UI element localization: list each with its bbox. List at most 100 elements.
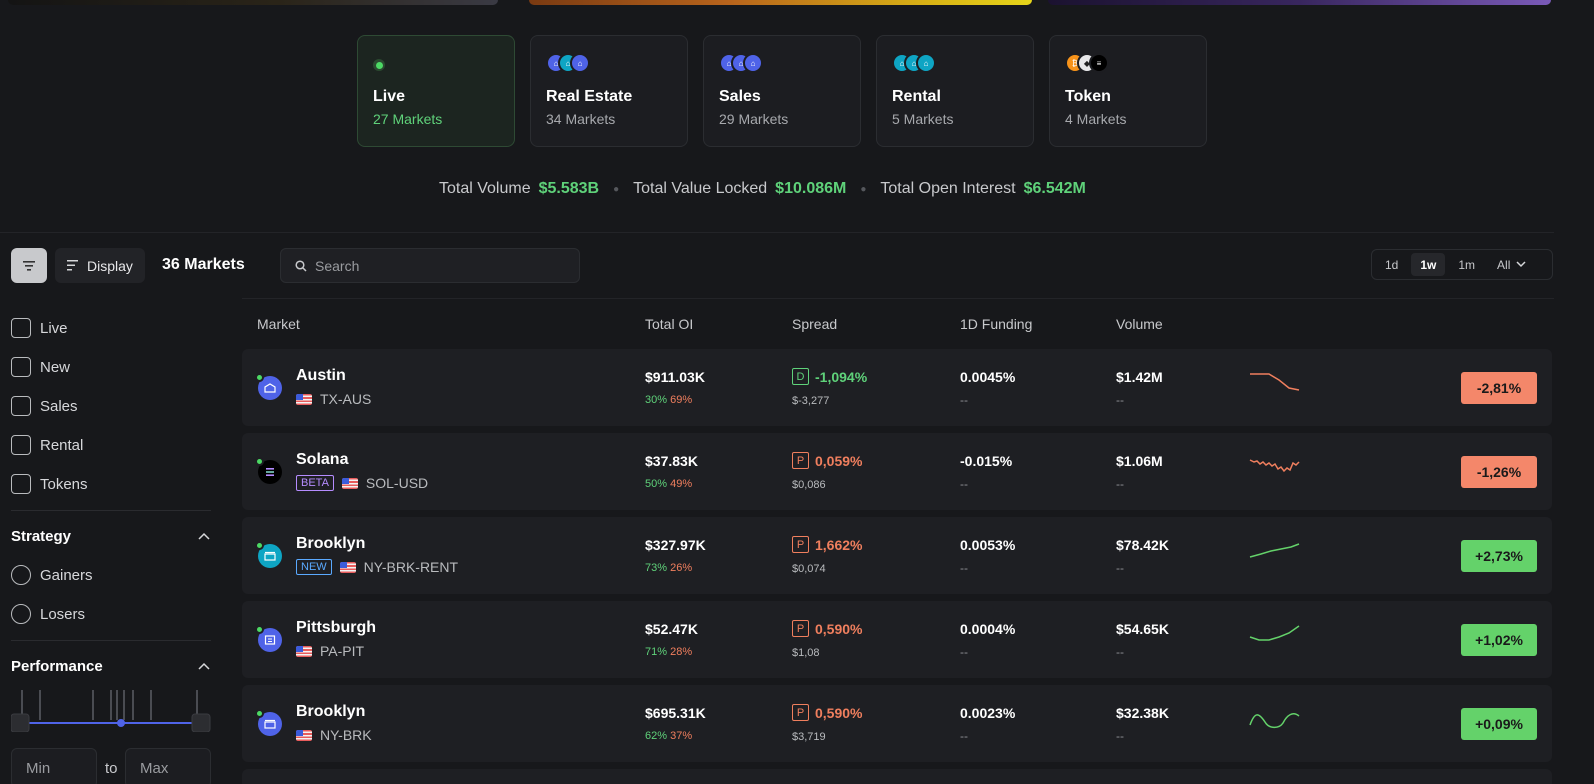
category-card-live[interactable]: Live 27 Markets bbox=[357, 35, 515, 147]
spread-value: 0,059% bbox=[815, 452, 863, 469]
us-flag-icon bbox=[296, 393, 312, 405]
time-range-selector: 1d 1w 1m All bbox=[1371, 249, 1553, 280]
checkbox-box[interactable] bbox=[11, 474, 31, 494]
range-option-1m[interactable]: 1m bbox=[1449, 253, 1484, 276]
price-change-badge[interactable]: -1,26% bbox=[1461, 456, 1537, 488]
market-symbol-line: PA-PIT bbox=[296, 643, 364, 659]
strategy-losers-radio[interactable]: Losers bbox=[11, 604, 85, 624]
banner-strip[interactable] bbox=[8, 0, 498, 5]
max-input[interactable]: Max bbox=[125, 748, 211, 784]
filter-rental-checkbox[interactable]: Rental bbox=[11, 435, 83, 455]
column-header-spread[interactable]: Spread bbox=[792, 316, 837, 332]
table-row[interactable]: Austin TX-AUS $911.03K 30% 69% D -1,094% … bbox=[242, 349, 1552, 426]
performance-slider[interactable] bbox=[11, 690, 211, 732]
filter-tokens-checkbox[interactable]: Tokens bbox=[11, 474, 88, 494]
live-indicator bbox=[255, 709, 264, 718]
market-symbol: NY-BRK-RENT bbox=[363, 559, 459, 575]
checkbox-box[interactable] bbox=[11, 318, 31, 338]
radio-circle[interactable] bbox=[11, 565, 31, 585]
display-button[interactable]: Display bbox=[55, 248, 145, 283]
market-count: 36 Markets bbox=[162, 256, 245, 273]
radio-label: Losers bbox=[40, 605, 86, 623]
spread: P 0,590% bbox=[792, 704, 862, 721]
checkbox-box[interactable] bbox=[11, 357, 31, 377]
chevron-up-icon[interactable] bbox=[198, 661, 210, 673]
stat-separator: ● bbox=[613, 183, 620, 195]
live-indicator bbox=[255, 373, 264, 382]
filter-live-checkbox[interactable]: Live bbox=[11, 318, 68, 338]
price-change-badge[interactable]: +0,09% bbox=[1461, 708, 1537, 740]
card-title: Live bbox=[373, 88, 406, 105]
table-row[interactable]: Solana BETA SOL-USD $37.83K 50% 49% P 0,0… bbox=[242, 433, 1552, 510]
checkbox-box[interactable] bbox=[11, 396, 31, 416]
us-flag-icon bbox=[296, 645, 312, 657]
market-avatar-icon: ⌂ bbox=[916, 53, 936, 73]
category-card-sales[interactable]: ⌂ ⌂ ⌂ Sales 29 Markets bbox=[703, 35, 861, 147]
range-option-1d[interactable]: 1d bbox=[1376, 253, 1407, 276]
funding-sub: -- bbox=[960, 477, 968, 491]
us-flag-icon bbox=[296, 729, 312, 741]
radio-circle[interactable] bbox=[11, 604, 31, 624]
market-name: Austin bbox=[296, 367, 346, 384]
funding-rate: -0.015% bbox=[960, 453, 1013, 469]
table-row[interactable]: Brooklyn NY-BRK $695.31K 62% 37% P 0,590%… bbox=[242, 685, 1552, 762]
spread-type-badge: D bbox=[792, 368, 809, 385]
live-indicator bbox=[255, 541, 264, 550]
table-row[interactable] bbox=[242, 769, 1552, 784]
search-box[interactable] bbox=[280, 248, 580, 283]
table-row[interactable]: Brooklyn NEW NY-BRK-RENT $327.97K 73% 26… bbox=[242, 517, 1552, 594]
range-option-all[interactable]: All bbox=[1488, 253, 1535, 276]
column-header-funding[interactable]: 1D Funding bbox=[960, 316, 1032, 332]
spread-type-badge: P bbox=[792, 536, 809, 553]
filter-new-checkbox[interactable]: New bbox=[11, 357, 70, 377]
filter-sales-checkbox[interactable]: Sales bbox=[11, 396, 78, 416]
card-count: 29 Markets bbox=[719, 111, 789, 127]
min-input[interactable]: Min bbox=[11, 748, 97, 784]
total-oi: $52.47K bbox=[645, 621, 698, 637]
total-oi: $695.31K bbox=[645, 705, 706, 721]
display-label: Display bbox=[87, 257, 133, 274]
column-header-market[interactable]: Market bbox=[257, 316, 300, 332]
column-header-total-oi[interactable]: Total OI bbox=[645, 316, 693, 332]
price-change-badge[interactable]: +1,02% bbox=[1461, 624, 1537, 656]
spread-type-badge: P bbox=[792, 452, 809, 469]
spread-value: -1,094% bbox=[815, 368, 868, 385]
price-change-badge[interactable]: +2,73% bbox=[1461, 540, 1537, 572]
category-card-real-estate[interactable]: ⌂ ⌂ ⌂ Real Estate 34 Markets bbox=[530, 35, 688, 147]
divider bbox=[0, 232, 1554, 233]
banner-strip[interactable] bbox=[1048, 0, 1551, 5]
range-option-1w[interactable]: 1w bbox=[1411, 253, 1446, 276]
filter-toggle-button[interactable] bbox=[11, 248, 47, 283]
table-row[interactable]: Pittsburgh PA-PIT $52.47K 71% 28% P 0,590… bbox=[242, 601, 1552, 678]
market-symbol-line: BETA SOL-USD bbox=[296, 475, 428, 491]
market-symbol-line: NEW NY-BRK-RENT bbox=[296, 559, 458, 575]
funding-rate: 0.0004% bbox=[960, 621, 1016, 637]
card-icons: ⌂ ⌂ ⌂ bbox=[546, 52, 672, 74]
oi-long: 73% bbox=[645, 562, 668, 574]
stat-label: Total Open Interest bbox=[880, 180, 1016, 197]
radio-label: Gainers bbox=[40, 566, 93, 584]
total-oi: $911.03K bbox=[645, 369, 705, 385]
card-title: Rental bbox=[892, 88, 941, 105]
price-change-badge[interactable]: -2,81% bbox=[1461, 372, 1537, 404]
column-header-volume[interactable]: Volume bbox=[1116, 316, 1163, 332]
live-dot-icon bbox=[373, 59, 385, 71]
search-input[interactable] bbox=[315, 257, 565, 274]
stat-separator: ● bbox=[860, 183, 867, 195]
oi-split: 50% 49% bbox=[645, 478, 692, 490]
category-card-rental[interactable]: ⌂ ⌂ ⌂ Rental 5 Markets bbox=[876, 35, 1034, 147]
chevron-up-icon[interactable] bbox=[198, 531, 210, 543]
slider-min-handle[interactable] bbox=[11, 713, 30, 732]
strategy-gainers-radio[interactable]: Gainers bbox=[11, 565, 93, 585]
spread-amount: $0,074 bbox=[792, 563, 826, 575]
banner-strip[interactable] bbox=[529, 0, 1032, 5]
category-card-token[interactable]: ₿ ◆ ≡ Token 4 Markets bbox=[1049, 35, 1207, 147]
spread-value: 0,590% bbox=[815, 620, 863, 637]
oi-short: 49% bbox=[670, 478, 693, 490]
spread: P 1,662% bbox=[792, 536, 862, 553]
oi-split: 71% 28% bbox=[645, 646, 692, 658]
slider-thumb[interactable] bbox=[117, 719, 125, 727]
card-icons bbox=[373, 52, 499, 74]
checkbox-box[interactable] bbox=[11, 435, 31, 455]
slider-max-handle[interactable] bbox=[191, 713, 211, 732]
